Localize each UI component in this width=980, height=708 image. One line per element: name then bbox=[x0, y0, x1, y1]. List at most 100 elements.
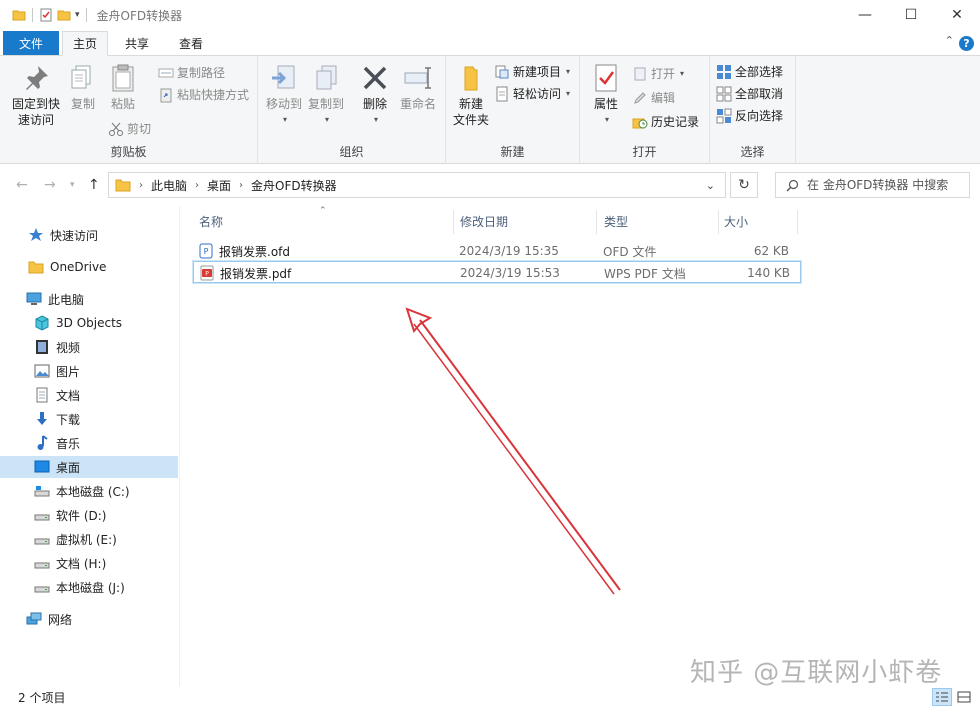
download-icon bbox=[37, 412, 47, 425]
sidebar-item-label: 此电脑 bbox=[48, 292, 85, 307]
quick-access-toolbar: ▾ bbox=[0, 8, 89, 22]
sidebar-item-desktop[interactable]: 桌面 bbox=[0, 456, 178, 478]
details-view-button[interactable] bbox=[932, 688, 952, 706]
large-icons-view-button[interactable] bbox=[954, 688, 974, 706]
up-arrow-icon[interactable]: ↑ bbox=[88, 177, 100, 193]
copy-to-label: 复制到 bbox=[307, 97, 344, 111]
column-header-size[interactable]: 大小 bbox=[724, 206, 794, 236]
sidebar-item-label: 图片 bbox=[56, 364, 81, 379]
open-button[interactable]: 打开 ▾ bbox=[632, 65, 684, 82]
properties-button[interactable]: 属性 ▾ bbox=[588, 62, 624, 128]
properties-label: 属性 bbox=[593, 97, 618, 111]
paste-shortcut-button[interactable]: 粘贴快捷方式 bbox=[158, 86, 249, 103]
breadcrumb-this-pc[interactable]: 此电脑 bbox=[151, 177, 187, 194]
refresh-icon: ↻ bbox=[738, 177, 750, 193]
customize-quick-access-icon[interactable]: ▾ bbox=[75, 10, 80, 20]
column-header-type[interactable]: 类型 bbox=[604, 206, 718, 236]
sidebar-item-downloads[interactable]: 下载 bbox=[0, 408, 178, 430]
folder-icon bbox=[28, 261, 44, 274]
sidebar-item-drive-h[interactable]: 文档 (H:) bbox=[0, 552, 178, 574]
tab-home[interactable]: 主页 bbox=[62, 31, 108, 56]
sidebar-item-drive-d[interactable]: 软件 (D:) bbox=[0, 504, 178, 526]
new-folder-button[interactable]: 新建 文件夹 bbox=[450, 62, 492, 128]
history-button[interactable]: 历史记录 bbox=[632, 113, 699, 130]
select-group: 全部选择 全部取消 反向选择 选择 bbox=[710, 56, 796, 164]
back-arrow-icon[interactable]: ← bbox=[16, 177, 28, 193]
sidebar-item-network[interactable]: 网络 bbox=[0, 608, 178, 630]
table-row[interactable]: P 报销发票.ofd 2024/3/19 15:35 OFD 文件 62 KB bbox=[193, 240, 801, 262]
copy-label: 复制 bbox=[70, 97, 95, 111]
address-bar[interactable]: › 此电脑 › 桌面 › 金舟OFD转换器 ⌄ bbox=[108, 172, 726, 198]
tab-view[interactable]: 查看 bbox=[168, 31, 214, 56]
refresh-button[interactable]: ↻ bbox=[730, 172, 758, 198]
breadcrumb-desktop[interactable]: 桌面 bbox=[207, 177, 231, 194]
select-none-icon bbox=[716, 86, 732, 101]
column-header-date[interactable]: 修改日期 bbox=[460, 206, 596, 236]
copy-button[interactable]: 复制 bbox=[66, 62, 100, 112]
divider bbox=[85, 8, 87, 22]
new-item-button[interactable]: 新建项目 ▾ bbox=[494, 63, 570, 80]
sidebar-item-drive-c[interactable]: 本地磁盘 (C:) bbox=[0, 480, 178, 502]
pin-quick-access-button[interactable]: 固定到快 速访问 bbox=[8, 62, 64, 128]
sidebar-item-quick-access[interactable]: 快速访问 bbox=[0, 224, 178, 246]
sidebar-item-videos[interactable]: 视频 bbox=[0, 336, 178, 358]
search-box[interactable] bbox=[775, 172, 970, 198]
move-to-button[interactable]: 移动到 ▾ bbox=[264, 62, 304, 128]
edit-icon bbox=[634, 91, 646, 104]
minimize-icon[interactable]: — bbox=[842, 0, 888, 30]
invert-selection-button[interactable]: 反向选择 bbox=[716, 107, 783, 124]
history-label: 历史记录 bbox=[651, 115, 700, 129]
select-none-button[interactable]: 全部取消 bbox=[716, 85, 783, 102]
properties-check-icon[interactable] bbox=[39, 8, 53, 22]
sidebar-item-this-pc[interactable]: 此电脑 bbox=[0, 288, 178, 310]
search-input[interactable] bbox=[807, 178, 967, 192]
select-all-button[interactable]: 全部选择 bbox=[716, 63, 783, 80]
maximize-icon[interactable]: ☐ bbox=[888, 0, 934, 30]
help-icon[interactable]: ? bbox=[959, 36, 974, 51]
new-folder-label-2: 文件夹 bbox=[452, 113, 489, 127]
forward-arrow-icon[interactable]: → bbox=[44, 177, 56, 193]
table-row-selected[interactable]: P 报销发票.pdf 2024/3/19 15:53 WPS PDF 文档 14… bbox=[193, 261, 801, 283]
copy-path-button[interactable]: 复制路径 bbox=[158, 64, 225, 81]
sidebar-item-pictures[interactable]: 图片 bbox=[0, 360, 178, 382]
edit-button[interactable]: 编辑 bbox=[632, 89, 675, 106]
cut-button[interactable]: 剪切 bbox=[108, 120, 151, 137]
copy-to-button[interactable]: 复制到 ▾ bbox=[306, 62, 346, 128]
sidebar-item-drive-e[interactable]: 虚拟机 (E:) bbox=[0, 528, 178, 550]
sidebar-item-label: 桌面 bbox=[56, 460, 81, 475]
sidebar-item-music[interactable]: 音乐 bbox=[0, 432, 178, 454]
file-size: 62 KB bbox=[753, 244, 789, 258]
paste-button[interactable]: 粘贴 bbox=[106, 62, 140, 112]
collapse-ribbon-icon[interactable]: ⌃ bbox=[945, 34, 954, 47]
breadcrumb-current-folder[interactable]: 金舟OFD转换器 bbox=[251, 177, 337, 194]
sidebar-item-3d-objects[interactable]: 3D Objects bbox=[0, 312, 178, 334]
chevron-down-icon: ▾ bbox=[680, 69, 685, 78]
delete-button[interactable]: 删除 ▾ bbox=[358, 62, 392, 128]
pin-label-1: 固定到快 bbox=[11, 97, 60, 111]
new-group: 新建 文件夹 新建项目 ▾ 轻松访问 ▾ 新建 bbox=[446, 56, 580, 164]
select-all-icon bbox=[717, 64, 731, 79]
tab-file[interactable]: 文件 bbox=[3, 31, 59, 55]
column-header-name[interactable]: 名称 bbox=[199, 206, 453, 236]
close-icon[interactable]: ✕ bbox=[934, 0, 980, 30]
rename-button[interactable]: 重命名 bbox=[396, 62, 440, 112]
chevron-down-icon: ▾ bbox=[566, 67, 571, 76]
properties-icon bbox=[595, 64, 617, 92]
sidebar-item-drive-j[interactable]: 本地磁盘 (J:) bbox=[0, 576, 178, 598]
sidebar-item-documents[interactable]: 文档 bbox=[0, 384, 178, 406]
easy-access-button[interactable]: 轻松访问 ▾ bbox=[494, 85, 570, 102]
clipboard-icon bbox=[112, 64, 134, 92]
tab-share[interactable]: 共享 bbox=[114, 31, 160, 56]
picture-icon bbox=[34, 364, 50, 378]
address-history-chevron-icon[interactable]: ⌄ bbox=[706, 179, 715, 192]
new-folder-icon[interactable] bbox=[57, 8, 71, 22]
ofd-file-icon: P bbox=[199, 243, 213, 259]
chevron-down-icon: ▾ bbox=[373, 115, 378, 124]
network-icon bbox=[26, 612, 42, 625]
easy-access-icon bbox=[496, 86, 508, 101]
new-folder-label-1: 新建 bbox=[458, 97, 483, 111]
recent-locations-icon[interactable]: ▾ bbox=[70, 180, 75, 190]
sidebar-item-onedrive[interactable]: OneDrive bbox=[0, 256, 178, 278]
new-folder-icon bbox=[464, 66, 478, 91]
cut-label: 剪切 bbox=[127, 122, 152, 136]
